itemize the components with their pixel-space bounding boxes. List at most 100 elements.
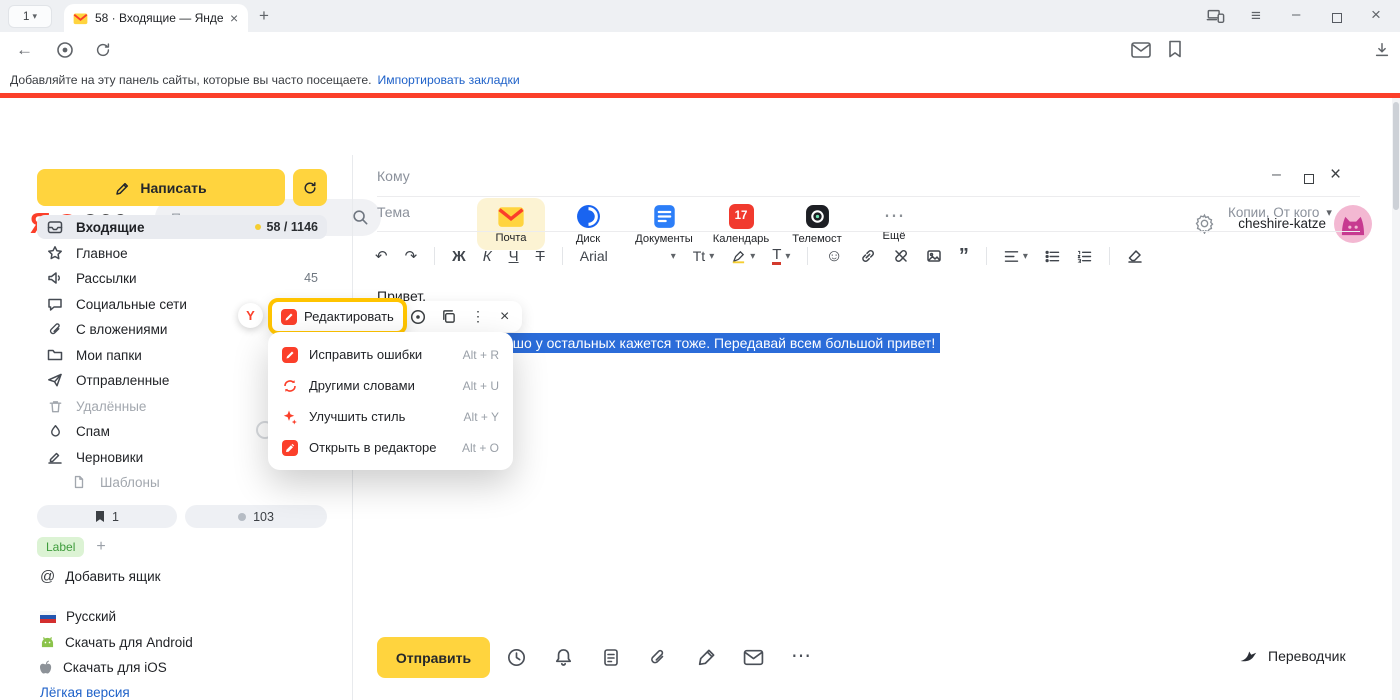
bold-icon[interactable]: Ж [452, 248, 466, 265]
window-minimize-button[interactable]: – [1292, 6, 1300, 23]
clear-formatting-icon[interactable] [1127, 249, 1143, 263]
more-vertical-icon[interactable]: ⋮ [471, 308, 485, 325]
improve-style-icon [282, 409, 298, 425]
scrollbar-thumb[interactable] [1393, 102, 1399, 210]
avatar[interactable] [1334, 205, 1372, 243]
undo-icon[interactable]: ↶ [375, 247, 388, 265]
download-icon[interactable] [1373, 41, 1391, 59]
reminder-bell-icon[interactable] [553, 647, 574, 668]
active-tab[interactable]: 58 · Входящие — Янде × [64, 4, 248, 32]
schedule-send-icon[interactable] [506, 647, 527, 668]
folder-label: Шаблоны [100, 475, 160, 490]
menu-item-label: Открыть в редакторе [309, 440, 437, 455]
sidebar-item-templates[interactable]: Шаблоны [37, 470, 327, 494]
quote-icon[interactable]: ” [959, 251, 969, 261]
menu-item-shortcut: Alt + U [463, 379, 499, 393]
back-button[interactable]: ← [16, 40, 33, 60]
copy-icon[interactable] [441, 309, 456, 324]
template-envelope-icon[interactable] [743, 649, 764, 666]
sidebar-item-inbox[interactable]: Входящие 58 / 1146 [37, 215, 327, 239]
assistant-icon[interactable] [410, 309, 426, 325]
chat-bubble-icon [46, 296, 64, 312]
download-ios-label: Скачать для iOS [63, 660, 167, 675]
alice-assistant-icon[interactable] [56, 41, 74, 59]
saved-pill[interactable]: 1 [37, 505, 177, 528]
chevron-down-icon: ▾ [671, 251, 676, 262]
sidebar-item-main[interactable]: Главное [37, 241, 327, 265]
import-bookmarks-link[interactable]: Импортировать закладки [378, 73, 520, 87]
download-ios-link[interactable]: Скачать для iOS [40, 660, 167, 675]
folder-label: Черновики [76, 450, 143, 465]
edit-button-highlighted[interactable]: Редактировать [268, 298, 407, 335]
translator-label: Переводчик [1268, 648, 1346, 664]
selected-text[interactable]: ошо у остальных кажется тоже. Передавай … [500, 333, 940, 353]
window-close-button[interactable]: × [1371, 5, 1381, 25]
sync-devices-icon[interactable] [1206, 7, 1225, 25]
strikethrough-icon[interactable]: Т [536, 248, 545, 265]
bullet-list-icon[interactable] [1045, 250, 1060, 263]
folder-label: Входящие [76, 220, 144, 235]
language-selector[interactable]: Русский [40, 609, 116, 624]
document-icon [70, 475, 88, 489]
underline-icon[interactable]: Ч [509, 248, 519, 265]
light-version-link[interactable]: Лёгкая версия [40, 685, 130, 700]
text-color-button[interactable]: Т ▾ [772, 247, 790, 265]
popup-close-icon[interactable]: × [500, 308, 509, 326]
menu-item-open-in-editor[interactable]: Открыть в редакторе Alt + O [268, 432, 513, 463]
compose-minimize-button[interactable]: – [1272, 166, 1281, 184]
menu-item-shortcut: Alt + Y [464, 410, 499, 424]
browser-menu-icon[interactable]: ≡ [1251, 6, 1261, 26]
numbered-list-icon[interactable] [1077, 250, 1092, 263]
menu-item-rephrase[interactable]: Другими словами Alt + U [268, 370, 513, 401]
tab-close-icon[interactable]: × [230, 10, 238, 26]
attach-file-icon[interactable] [648, 647, 668, 668]
label-tag[interactable]: Label [37, 537, 84, 557]
unread-pill[interactable]: 103 [185, 505, 327, 528]
menu-item-fix-errors[interactable]: Исправить ошибки Alt + R [268, 339, 513, 370]
menu-item-improve-style[interactable]: Улучшить стиль Alt + Y [268, 401, 513, 432]
add-label-button[interactable]: + [96, 538, 105, 556]
chevron-down-icon: ▾ [750, 251, 755, 262]
italic-icon[interactable]: К [483, 248, 492, 265]
add-mailbox-button[interactable]: @ Добавить ящик [40, 568, 161, 585]
text-color-letter: Т [772, 247, 781, 265]
font-size-select[interactable]: Tt ▾ [693, 248, 714, 264]
translator-button[interactable]: Переводчик [1238, 646, 1346, 666]
folder-label: Отправленные [76, 373, 169, 388]
signature-pen-icon[interactable] [696, 647, 717, 668]
yandex-assist-button[interactable]: Y [238, 303, 263, 328]
new-tab-button[interactable]: + [259, 6, 269, 26]
redo-icon[interactable]: ↷ [405, 247, 418, 265]
window-maximize-button[interactable] [1332, 10, 1342, 28]
disk-app-icon [576, 204, 601, 229]
link-icon[interactable] [860, 248, 876, 264]
font-family-select[interactable]: Arial ▾ [580, 248, 676, 264]
download-android-label: Скачать для Android [65, 635, 193, 650]
documents-app-icon [653, 204, 676, 229]
emoji-icon[interactable]: ☺ [825, 246, 842, 266]
unlink-icon[interactable] [893, 248, 909, 264]
fix-errors-icon [282, 347, 298, 363]
folder-label: Рассылки [76, 271, 137, 286]
sidebar-item-newsletters[interactable]: Рассылки 45 [37, 266, 327, 290]
download-android-link[interactable]: Скачать для Android [40, 635, 193, 650]
inbox-icon [46, 219, 64, 235]
send-button[interactable]: Отправить [377, 637, 490, 678]
more-options-icon[interactable]: ⋯ [791, 643, 811, 668]
mail-quick-access-icon[interactable] [1131, 42, 1151, 58]
tab-counter-button[interactable]: 1 ▾ [8, 5, 52, 28]
cc-from-toggle[interactable]: Копии, От кого ▾ [1228, 205, 1332, 220]
compose-close-button[interactable]: × [1330, 164, 1341, 186]
insert-image-icon[interactable] [926, 248, 942, 264]
bookmark-icon[interactable] [1168, 40, 1182, 58]
refresh-mail-button[interactable] [293, 169, 327, 206]
align-button[interactable]: ▾ [1004, 250, 1028, 263]
refresh-icon[interactable] [94, 41, 112, 59]
compose-button[interactable]: Написать [37, 169, 285, 206]
divider [986, 247, 987, 265]
highlight-color-button[interactable]: ▾ [731, 249, 755, 264]
folder-label: Спам [76, 424, 110, 439]
note-icon[interactable] [601, 647, 621, 668]
compose-restore-button[interactable] [1304, 171, 1314, 189]
mail-header: Я 360 Почта Диск Документы [0, 98, 1400, 155]
